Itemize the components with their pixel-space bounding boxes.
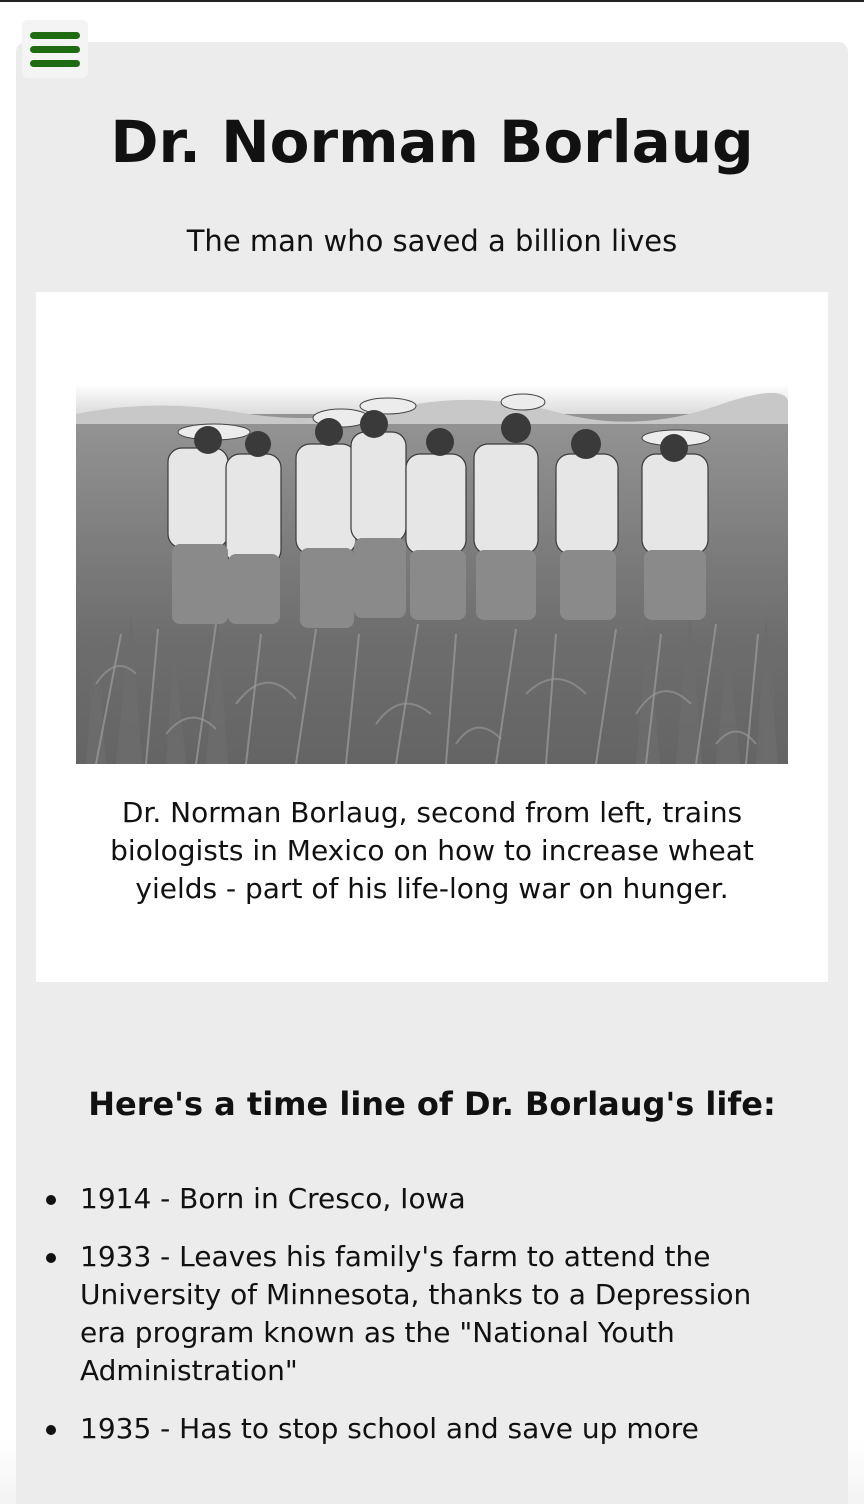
photo-caption: Dr. Norman Borlaug, second from left, tr… [110, 796, 754, 905]
hamburger-menu-icon-bar [30, 45, 80, 53]
timeline-list: 1914 - Born in Cresco, Iowa 1933 - Leave… [46, 1180, 760, 1468]
hamburger-menu-icon-bar [30, 59, 80, 67]
timeline-heading: Here's a time line of Dr. Borlaug's life… [88, 1085, 776, 1123]
bullet-icon [46, 1195, 56, 1205]
page-title: Dr. Norman Borlaug [110, 108, 754, 176]
bullet-icon [46, 1253, 56, 1263]
timeline-item: 1935 - Has to stop school and save up mo… [46, 1410, 760, 1448]
bullet-icon [46, 1425, 56, 1435]
timeline-item: 1933 - Leaves his family's farm to atten… [46, 1238, 760, 1390]
hamburger-menu-button[interactable] [22, 20, 88, 78]
hamburger-menu-icon [30, 31, 80, 39]
photo-figure: Dr. Norman Borlaug, second from left, tr… [36, 292, 828, 982]
page-subtitle: The man who saved a billion lives [186, 224, 678, 258]
timeline-item-text: 1935 - Has to stop school and save up mo… [80, 1412, 699, 1445]
timeline-item: 1914 - Born in Cresco, Iowa [46, 1180, 760, 1218]
timeline-item-text: 1933 - Leaves his family's farm to atten… [80, 1240, 752, 1387]
wheat-field-photo-illustration [76, 384, 788, 764]
top-border [0, 0, 864, 2]
timeline-item-text: 1914 - Born in Cresco, Iowa [80, 1182, 466, 1215]
wheat-field-photo [76, 384, 788, 764]
